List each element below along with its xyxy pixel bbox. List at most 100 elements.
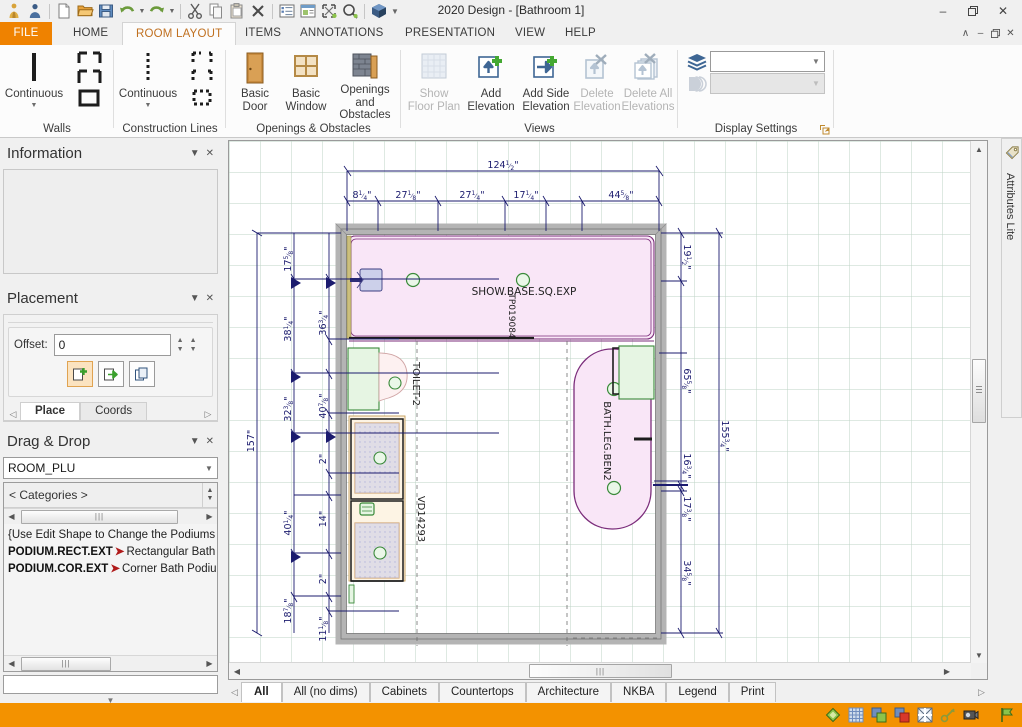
tab-presentation[interactable]: PRESENTATION: [392, 22, 508, 45]
scroll-up-icon[interactable]: ▲: [971, 141, 987, 157]
catalog-combo[interactable]: ROOM_PLU ▼: [3, 457, 218, 479]
green-layers-icon[interactable]: [870, 707, 887, 724]
list-item[interactable]: {Use Edit Shape to Change the Podiums Wi…: [4, 527, 217, 544]
subtab-prev-icon[interactable]: ◁: [6, 409, 20, 420]
tab-countertops[interactable]: Countertops: [439, 682, 526, 702]
canvas-hscroll-thumb[interactable]: |||: [529, 664, 672, 678]
list-item[interactable]: PODIUM.COR.EXT ➤ Corner Bath Podiu: [4, 561, 217, 578]
offset-spinner-1[interactable]: ▲ ▼: [177, 337, 184, 353]
scroll-right-icon[interactable]: ▶: [202, 659, 217, 668]
cline-continuous-button[interactable]: Continuous ▼: [119, 48, 177, 118]
categories-row[interactable]: < Categories > ▲ ▼: [4, 483, 217, 508]
scroll-left-icon[interactable]: ◀: [229, 663, 245, 679]
scroll-left-icon[interactable]: ◀: [4, 512, 19, 521]
tab-view[interactable]: VIEW: [502, 22, 558, 45]
basic-door-button[interactable]: Basic Door: [232, 48, 278, 118]
tab-cabinets[interactable]: Cabinets: [369, 682, 439, 702]
doc-restore-button[interactable]: [988, 24, 1003, 44]
restore-button[interactable]: [958, 1, 988, 21]
dim-left-5: 32: [283, 409, 294, 421]
tab-all[interactable]: All: [241, 682, 282, 702]
tab-room-layout[interactable]: ROOM LAYOUT: [122, 22, 237, 46]
basic-window-button[interactable]: Basic Window: [280, 48, 332, 118]
information-content: [3, 169, 218, 274]
flag-icon[interactable]: [997, 707, 1014, 724]
canvas-vscroll-thumb[interactable]: [972, 359, 986, 423]
wall-continuous-button[interactable]: Continuous ▼: [5, 48, 63, 118]
tab-file[interactable]: FILE: [0, 22, 52, 45]
chevron-down-icon[interactable]: ▼: [201, 464, 217, 473]
categories-scroll-buttons[interactable]: ▲ ▼: [202, 483, 217, 507]
items-hscrollbar[interactable]: ◀ ||| ▶: [4, 655, 217, 671]
dock-splitter[interactable]: [221, 138, 227, 703]
tab-nkba[interactable]: NKBA: [611, 682, 667, 702]
delete-elevation-button[interactable]: Delete Elevation: [573, 48, 621, 118]
items-scroll-thumb[interactable]: |||: [21, 656, 111, 671]
tab-help[interactable]: HELP: [552, 22, 609, 45]
view-tabs-next-icon[interactable]: ▷: [975, 682, 988, 702]
placement-collapse-icon[interactable]: ▼: [190, 293, 200, 304]
show-floor-plan-button[interactable]: Show Floor Plan: [407, 48, 461, 118]
dialog-launcher-icon[interactable]: [819, 124, 830, 135]
dim-left-3: 38: [283, 329, 294, 341]
canvas-horizontal-scrollbar[interactable]: ◀ ||| ▶: [229, 662, 971, 679]
drag-drop-status-input[interactable]: [3, 675, 218, 694]
mirror-icon[interactable]: [916, 707, 933, 724]
ribbon-collapse-button[interactable]: ∧: [958, 24, 973, 44]
chevron-down-icon[interactable]: ▼: [145, 102, 152, 109]
show-floor-plan-label: Show Floor Plan: [407, 88, 461, 113]
doc-minimize-button[interactable]: –: [973, 24, 988, 44]
tab-items[interactable]: ITEMS: [232, 22, 294, 45]
scroll-left-icon[interactable]: ◀: [4, 659, 19, 668]
delete-all-elevations-button[interactable]: Delete All Elevations: [621, 48, 675, 118]
categories-scroll-thumb[interactable]: |||: [21, 509, 178, 524]
tab-annotations[interactable]: ANNOTATIONS: [287, 22, 397, 45]
scroll-down-icon[interactable]: ▼: [971, 647, 987, 663]
chevron-down-icon[interactable]: ▼: [808, 57, 824, 66]
view-tabs-prev-icon[interactable]: ◁: [228, 682, 241, 702]
subtab-next-icon[interactable]: ▷: [201, 409, 215, 420]
offset-input[interactable]: 0: [53, 334, 171, 356]
subtab-coords[interactable]: Coords: [80, 402, 148, 420]
openings-obstacles-button[interactable]: Openings and Obstacles: [334, 48, 396, 121]
subtab-place[interactable]: Place: [20, 402, 81, 420]
place-next-button[interactable]: [98, 361, 124, 387]
scroll-right-icon[interactable]: ▶: [939, 663, 955, 679]
floor-plan-drawing[interactable]: SHOW.BASE.SQ.EXP TP019084 TOILET-2 VD142…: [229, 141, 971, 663]
offset-spinner-2[interactable]: ▲ ▼: [190, 337, 197, 353]
drag-drop-close-icon[interactable]: ✕: [206, 436, 214, 447]
tab-print[interactable]: Print: [728, 682, 777, 702]
add-elevation-button[interactable]: Add Elevation: [463, 48, 519, 118]
information-close-icon[interactable]: ✕: [206, 148, 214, 159]
floor-plan-canvas[interactable]: SHOW.BASE.SQ.EXP TP019084 TOILET-2 VD142…: [229, 141, 971, 663]
snap-diamond-icon[interactable]: [824, 707, 841, 724]
place-new-button[interactable]: [67, 361, 93, 387]
tab-legend[interactable]: Legend: [666, 682, 729, 702]
dotted-line-icon: [133, 48, 163, 88]
chevron-down-icon[interactable]: ▼: [31, 102, 38, 109]
canvas-vertical-scrollbar[interactable]: ▲ ▼: [970, 141, 987, 663]
tab-architecture[interactable]: Architecture: [525, 682, 612, 702]
copy-place-button[interactable]: [129, 361, 155, 387]
doc-close-button[interactable]: ✕: [1003, 24, 1018, 44]
attributes-lite-tab[interactable]: Attributes Lite: [1001, 138, 1022, 418]
add-side-elevation-button[interactable]: Add Side Elevation: [519, 48, 573, 118]
categories-hscrollbar[interactable]: ◀ ||| ▶: [4, 508, 217, 524]
minimize-button[interactable]: –: [928, 1, 958, 21]
tab-all-no-dims[interactable]: All (no dims): [281, 682, 370, 702]
list-item[interactable]: PODIUM.RECT.EXT ➤ Rectangular Bath P: [4, 544, 217, 561]
scroll-right-icon[interactable]: ▶: [202, 512, 217, 521]
information-panel-title-bar: Information ▼ ✕: [0, 138, 221, 169]
placement-close-icon[interactable]: ✕: [206, 293, 214, 304]
wall-shapes-button[interactable]: [68, 48, 110, 118]
link-icon[interactable]: [939, 707, 956, 724]
drag-drop-collapse-icon[interactable]: ▼: [190, 436, 200, 447]
layers-combo[interactable]: ▼: [710, 51, 825, 72]
information-collapse-icon[interactable]: ▼: [190, 148, 200, 159]
close-button[interactable]: ✕: [988, 1, 1018, 21]
tab-home[interactable]: HOME: [60, 22, 121, 45]
camera-icon[interactable]: [962, 707, 979, 724]
cline-shapes-button[interactable]: [182, 48, 222, 118]
grid-icon[interactable]: [847, 707, 864, 724]
red-layers-icon[interactable]: [893, 707, 910, 724]
